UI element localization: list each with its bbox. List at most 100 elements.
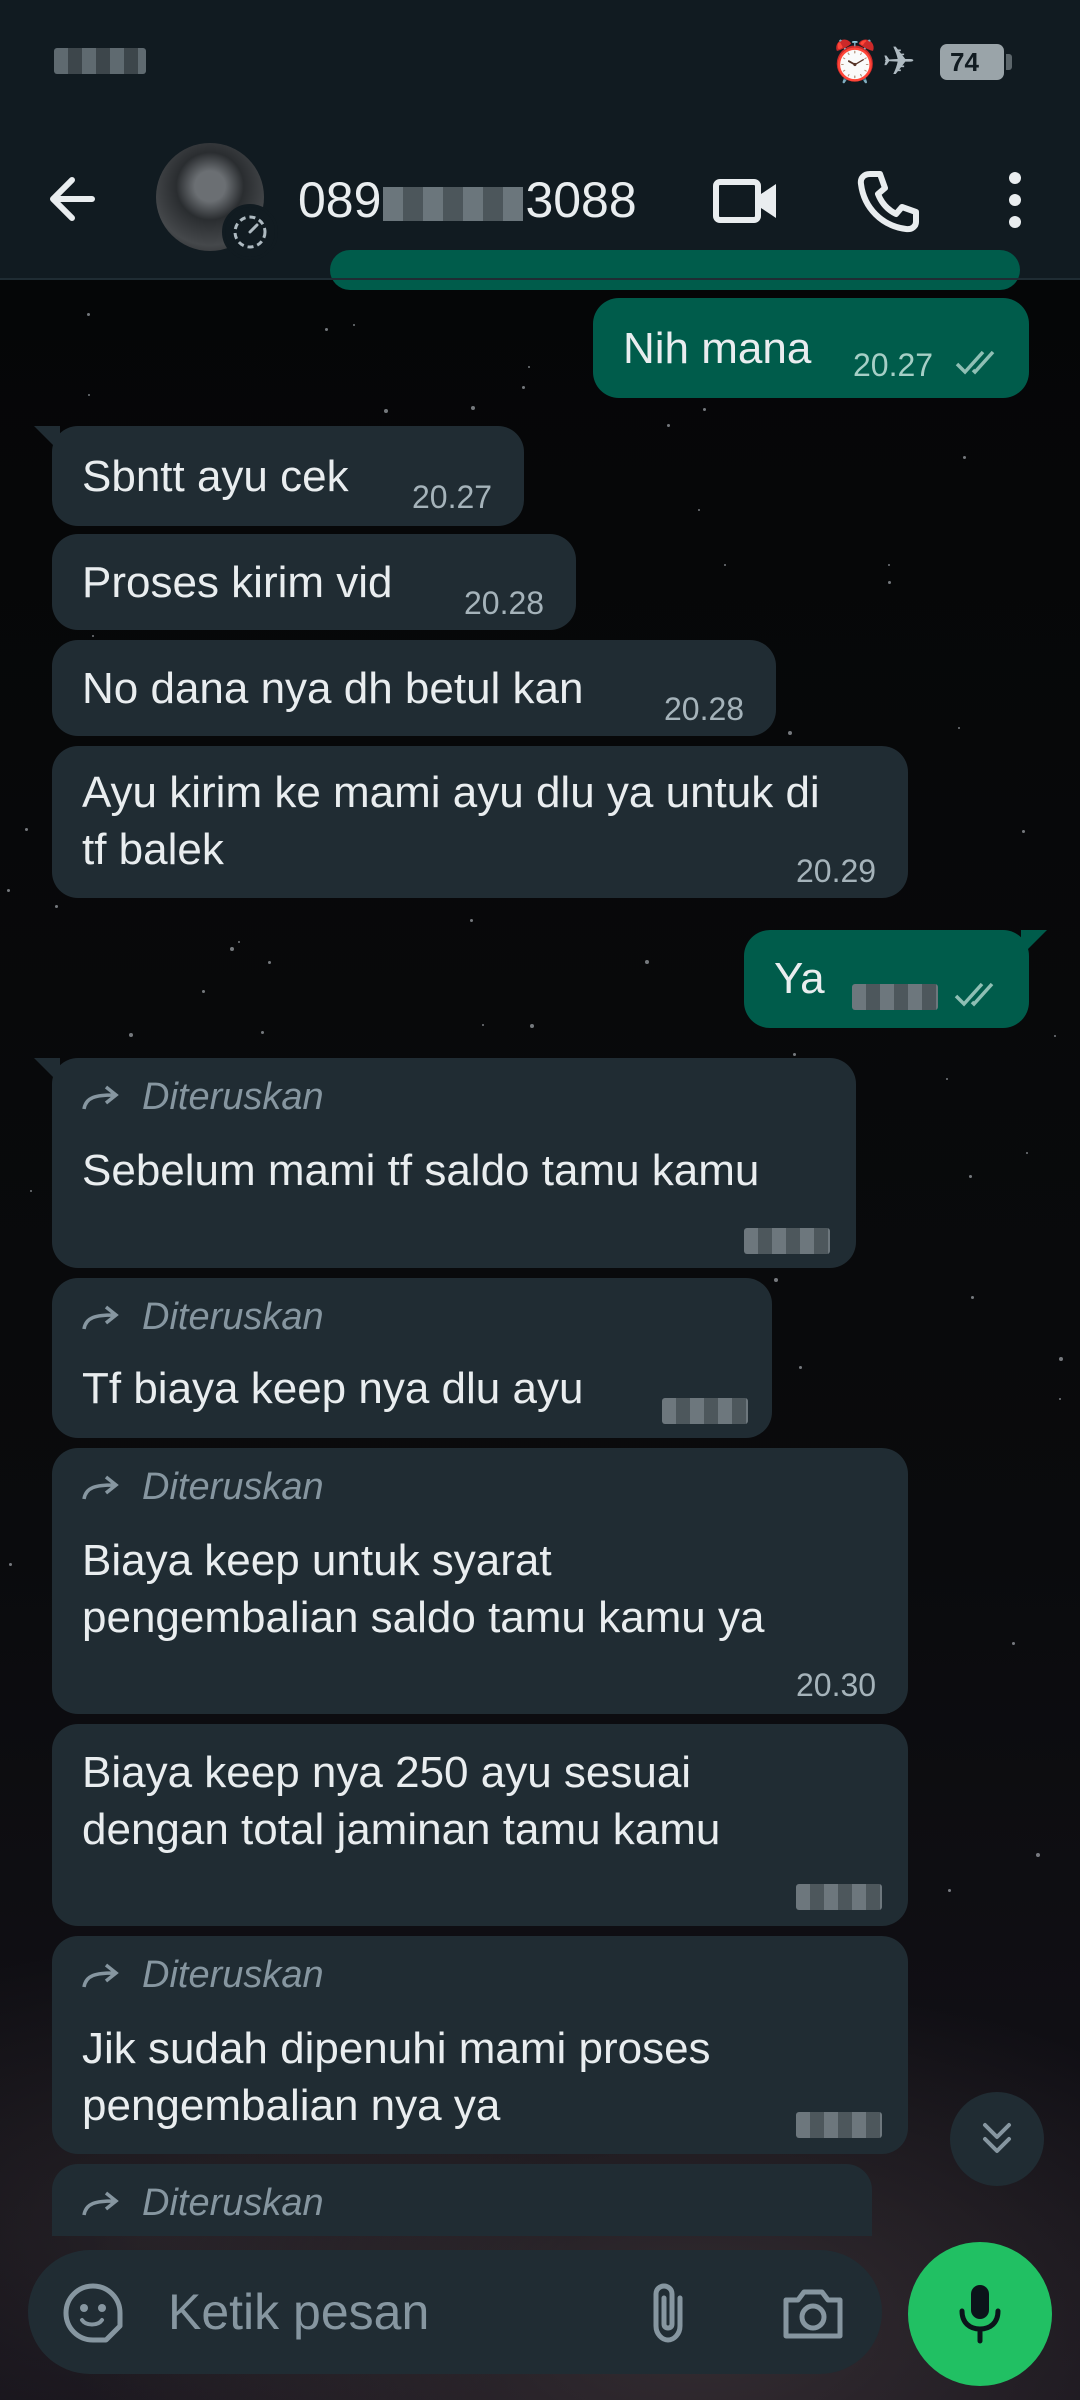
header-divider: [0, 278, 1080, 280]
wallpaper-star: [1026, 1152, 1028, 1154]
message-time: 20.30: [796, 1667, 877, 1703]
message-text: Sbntt ayu cek: [82, 452, 349, 501]
message-time: 20.27: [412, 479, 493, 515]
contact-number-prefix: 089: [298, 172, 382, 228]
message-bubble-incoming[interactable]: Proses kirim vid 20.28: [52, 534, 576, 630]
message-time-redacted: [796, 2112, 882, 2138]
message-time: 20.27: [853, 347, 934, 383]
message-bubble-incoming-forwarded[interactable]: Diteruskan Biaya keep untuk syarat penge…: [52, 1448, 908, 1714]
forwarded-label: Diteruskan: [80, 1294, 324, 1340]
message-input-bar[interactable]: Ketik pesan: [28, 2250, 882, 2374]
message-bubble-incoming-forwarded[interactable]: Diteruskan Jik sudah dipenuhi mami prose…: [52, 1936, 908, 2154]
wallpaper-star: [7, 889, 10, 892]
wallpaper-star: [471, 406, 475, 410]
wallpaper-star: [261, 1031, 264, 1034]
message-bubble-outgoing[interactable]: Ya: [744, 930, 1047, 1028]
status-time-redacted: [54, 48, 146, 74]
wallpaper-star: [470, 919, 473, 922]
more-options-icon[interactable]: [975, 160, 1055, 240]
wallpaper-star: [522, 386, 525, 389]
contact-number-redacted: [383, 186, 524, 221]
scroll-to-bottom-button[interactable]: [950, 2092, 1044, 2186]
wallpaper-star: [530, 1024, 534, 1028]
wallpaper-star: [30, 1190, 32, 1192]
voice-record-button[interactable]: [908, 2242, 1052, 2386]
phone-icon[interactable]: [848, 160, 928, 240]
wallpaper-star: [202, 990, 205, 993]
wallpaper-star: [528, 366, 530, 368]
message-bubble-incoming[interactable]: Biaya keep nya 250 ayu sesuai dengan tot…: [52, 1724, 908, 1926]
message-text: Ya: [774, 954, 825, 1003]
status-bar: ⏰ ✈ 74: [0, 0, 1080, 124]
wallpaper-star: [793, 1053, 796, 1056]
alarm-icon: ⏰: [830, 40, 880, 84]
message-bubble-incoming-forwarded[interactable]: Diteruskan Sebelum mami tf saldo tamu ka…: [34, 1058, 856, 1268]
forwarded-label: Diteruskan: [80, 1074, 324, 1120]
message-time-redacted: [796, 1884, 882, 1910]
bubble-tail: [34, 1058, 60, 1084]
message-bubble-incoming-forwarded[interactable]: Diteruskan Tf biaya keep nya dlu ayu: [52, 1278, 772, 1438]
wallpaper-star: [87, 313, 90, 316]
bubble-tail: [1021, 930, 1047, 956]
forward-arrow-icon: [82, 2191, 119, 2216]
wallpaper-star: [482, 1024, 484, 1026]
mic-icon: [959, 2285, 1001, 2344]
wallpaper-star: [25, 828, 28, 831]
wallpaper-star: [969, 1175, 972, 1178]
wallpaper-star: [268, 961, 271, 964]
message-time: 20.29: [796, 853, 877, 889]
forwarded-text: Diteruskan: [142, 1954, 324, 1996]
forwarded-text: Diteruskan: [142, 1076, 324, 1118]
message-bubble-incoming[interactable]: Sbntt ayu cek 20.27: [34, 426, 524, 526]
forwarded-text: Diteruskan: [142, 1466, 324, 1508]
emoji-sticker-icon[interactable]: [60, 2280, 126, 2346]
wallpaper-star: [946, 1078, 948, 1080]
wallpaper-star: [888, 581, 891, 584]
message-bubble-outgoing[interactable]: Nih mana 20.27: [593, 298, 1029, 398]
message-bubble-incoming[interactable]: No dana nya dh betul kan 20.28: [52, 640, 776, 736]
forward-arrow-icon: [82, 1305, 119, 1330]
wallpaper-star: [230, 947, 234, 951]
bubble-tail: [34, 426, 60, 452]
forward-arrow-icon: [82, 1475, 119, 1500]
wallpaper-star: [1059, 1398, 1061, 1400]
wallpaper-star: [55, 905, 58, 908]
wallpaper-star: [703, 408, 706, 411]
wallpaper-star: [1012, 1642, 1015, 1645]
message-text: Jik sudah dipenuhi mami proses pengembal…: [82, 2024, 711, 2130]
wallpaper-star: [92, 635, 94, 637]
message-time: 20.28: [464, 585, 545, 621]
video-call-icon[interactable]: [706, 160, 786, 240]
wallpaper-star: [799, 1366, 802, 1369]
forwarded-label: Diteruskan: [80, 2180, 324, 2226]
message-bubble-incoming-forwarded[interactable]: Diteruskan: [52, 2164, 872, 2236]
contact-name[interactable]: 089 3088: [298, 164, 637, 236]
wallpaper-star: [9, 1563, 12, 1566]
wallpaper-star: [724, 564, 726, 566]
forwarded-text: Diteruskan: [142, 2182, 324, 2224]
wallpaper-star: [958, 727, 960, 729]
back-arrow-icon[interactable]: [40, 164, 110, 234]
message-input[interactable]: Ketik pesan: [168, 2282, 429, 2342]
message-bubble-incoming[interactable]: Ayu kirim ke mami ayu dlu ya untuk di tf…: [52, 746, 908, 898]
attach-icon[interactable]: [640, 2280, 700, 2346]
wallpaper-star: [1036, 1853, 1040, 1857]
wallpaper-star: [1059, 1357, 1063, 1361]
message-bubble-outgoing-cutoff[interactable]: [330, 250, 1020, 290]
wallpaper-star: [325, 328, 328, 331]
wallpaper-star: [238, 941, 240, 943]
message-text: Sebelum mami tf saldo tamu kamu: [82, 1146, 760, 1195]
wallpaper-star: [1022, 830, 1025, 833]
message-text: Nih mana: [623, 324, 812, 373]
wallpaper-star: [774, 1278, 778, 1282]
wallpaper-star: [788, 731, 792, 735]
read-ticks-icon: [955, 350, 995, 375]
wallpaper-star: [963, 456, 966, 459]
forwarded-text: Diteruskan: [142, 1296, 324, 1338]
airplane-mode-icon: ✈: [882, 40, 916, 84]
message-time-redacted: [852, 984, 938, 1010]
wallpaper-star: [698, 509, 700, 511]
read-ticks-icon: [954, 982, 994, 1007]
camera-icon[interactable]: [778, 2280, 848, 2346]
wallpaper-star: [645, 960, 649, 964]
